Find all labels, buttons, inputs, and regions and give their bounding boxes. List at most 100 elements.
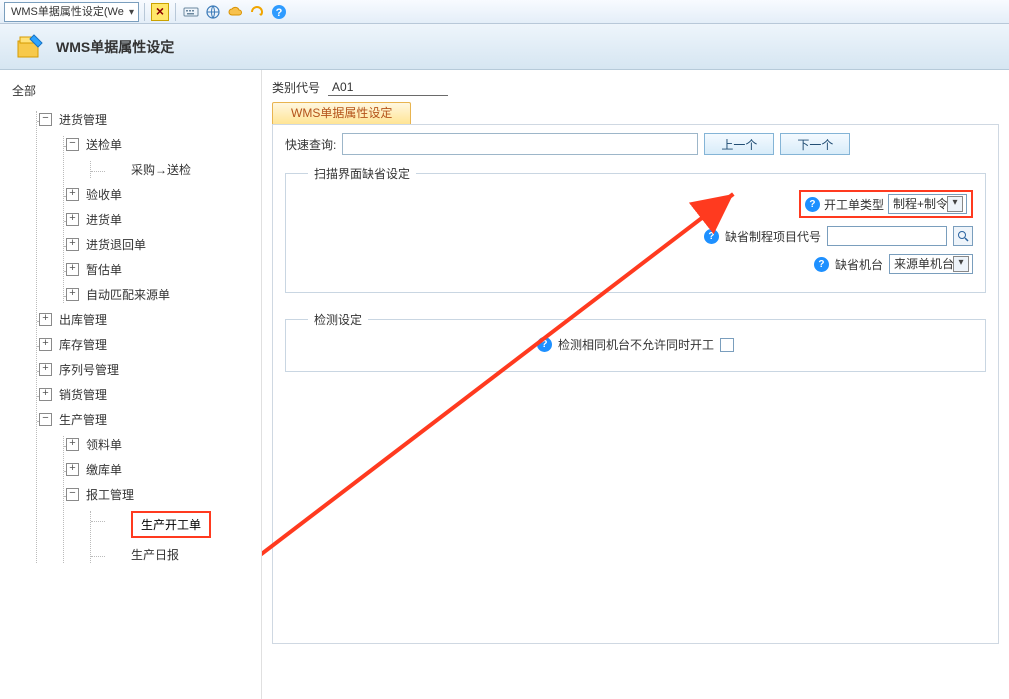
separator bbox=[175, 3, 176, 21]
tree-item-label[interactable]: 销货管理 bbox=[59, 388, 107, 402]
default-project-row: ? 缺省制程项目代号 bbox=[704, 226, 973, 246]
tree-item-label[interactable]: 进货单 bbox=[86, 213, 122, 227]
tree-item-label[interactable]: 进货退回单 bbox=[86, 238, 146, 252]
tree-branch: −进货管理 bbox=[39, 111, 261, 128]
globe-icon-button[interactable] bbox=[203, 2, 223, 22]
tree-item-label[interactable]: 生产管理 bbox=[59, 413, 107, 427]
start-type-label: 开工单类型 bbox=[824, 196, 884, 213]
detection-fieldset: 检测设定 ? 检测相同机台不允许同时开工 bbox=[285, 311, 986, 372]
scan-defaults-legend: 扫描界面缺省设定 bbox=[308, 165, 416, 182]
detection-legend: 检测设定 bbox=[308, 311, 368, 328]
tree-branch: + 验收单 bbox=[66, 186, 261, 203]
tree-children: −送检单采购→送检+验收单+进货单+进货退回单+暂估单+自动匹配来源单 bbox=[63, 136, 261, 303]
tree-branch: + 领料单 bbox=[66, 436, 261, 453]
help-icon-button[interactable]: ? bbox=[269, 2, 289, 22]
expand-toggle[interactable]: + bbox=[66, 288, 79, 301]
tab-wms-settings[interactable]: WMS单据属性设定 bbox=[272, 102, 411, 124]
quick-query-label: 快速查询: bbox=[285, 136, 336, 153]
tree-branch: −送检单 bbox=[66, 136, 261, 153]
default-machine-row: ? 缺省机台 来源单机台 bbox=[814, 254, 973, 274]
page-header-icon bbox=[14, 31, 46, 63]
expand-toggle[interactable]: + bbox=[66, 438, 79, 451]
tree-item-label[interactable]: 序列号管理 bbox=[59, 363, 119, 377]
sidebar-tree: 全部 −进货管理−送检单采购→送检+验收单+进货单+进货退回单+暂估单+自动匹配… bbox=[0, 70, 262, 699]
close-module-button[interactable]: × bbox=[150, 2, 170, 22]
tree-item-label[interactable]: 生产开工单 bbox=[131, 511, 211, 538]
tree-branch: + 出库管理 bbox=[39, 311, 261, 328]
tree-leaf: 生产日报 bbox=[93, 546, 261, 563]
help-icon: ? bbox=[271, 4, 287, 20]
default-project-label: 缺省制程项目代号 bbox=[725, 228, 821, 245]
tree-item-label[interactable]: 暂估单 bbox=[86, 263, 122, 277]
tree-leaf: 采购→送检 bbox=[93, 161, 261, 178]
tree-branch: −生产管理 bbox=[39, 411, 261, 428]
scan-defaults-fieldset: 扫描界面缺省设定 ? 开工单类型 制程+制令 ? 缺省制程项目代号 bbox=[285, 165, 986, 293]
help-icon[interactable]: ? bbox=[704, 229, 719, 244]
content-area: 全部 −进货管理−送检单采购→送检+验收单+进货单+进货退回单+暂估单+自动匹配… bbox=[0, 70, 1009, 699]
refresh-icon-button[interactable] bbox=[247, 2, 267, 22]
tree-item-label[interactable]: 验收单 bbox=[86, 188, 122, 202]
collapse-toggle[interactable]: − bbox=[39, 413, 52, 426]
cloud-icon-button[interactable] bbox=[225, 2, 245, 22]
tree-root[interactable]: 全部 bbox=[12, 78, 261, 103]
top-menubar: WMS单据属性设定(We × ? bbox=[0, 0, 1009, 24]
tree-item-label[interactable]: 出库管理 bbox=[59, 313, 107, 327]
tree-item-label[interactable]: 缴库单 bbox=[86, 463, 122, 477]
tree-branch: + 暂估单 bbox=[66, 261, 261, 278]
detection-checkbox[interactable] bbox=[720, 338, 734, 352]
tree-branch: + 进货单 bbox=[66, 211, 261, 228]
expand-toggle[interactable]: + bbox=[39, 338, 52, 351]
tree-item-label[interactable]: 进货管理 bbox=[59, 113, 107, 127]
tree-leaf: 生产开工单 bbox=[93, 511, 261, 538]
default-machine-select[interactable]: 来源单机台 bbox=[889, 254, 973, 274]
tree-children: +领料单+缴库单−报工管理生产开工单生产日报 bbox=[63, 436, 261, 563]
tree-children: 生产开工单生产日报 bbox=[90, 511, 261, 563]
tree-branch: −报工管理 bbox=[66, 486, 261, 503]
expand-toggle[interactable]: + bbox=[39, 313, 52, 326]
module-dropdown[interactable]: WMS单据属性设定(We bbox=[4, 2, 139, 22]
expand-toggle[interactable]: + bbox=[39, 388, 52, 401]
tree-item-label[interactable]: 库存管理 bbox=[59, 338, 107, 352]
quick-query-input[interactable] bbox=[342, 133, 698, 155]
page-header: WMS单据属性设定 bbox=[0, 24, 1009, 70]
prev-button[interactable]: 上一个 bbox=[704, 133, 774, 155]
collapse-toggle[interactable]: − bbox=[66, 138, 79, 151]
next-button[interactable]: 下一个 bbox=[780, 133, 850, 155]
tree-branch: + 缴库单 bbox=[66, 461, 261, 478]
help-icon[interactable]: ? bbox=[805, 197, 820, 212]
detection-checkrow: ? 检测相同机台不允许同时开工 bbox=[298, 336, 973, 353]
tree-branch: + 进货退回单 bbox=[66, 236, 261, 253]
help-icon[interactable]: ? bbox=[537, 337, 552, 352]
default-machine-label: 缺省机台 bbox=[835, 256, 883, 273]
search-icon bbox=[957, 230, 969, 242]
help-icon[interactable]: ? bbox=[814, 257, 829, 272]
expand-toggle[interactable]: + bbox=[66, 263, 79, 276]
tree-branch: + 库存管理 bbox=[39, 336, 261, 353]
collapse-toggle[interactable]: − bbox=[66, 488, 79, 501]
tree-item-label[interactable]: 报工管理 bbox=[86, 488, 134, 502]
expand-toggle[interactable]: + bbox=[66, 463, 79, 476]
tree-item-label[interactable]: 自动匹配来源单 bbox=[86, 288, 170, 302]
keyboard-icon-button[interactable] bbox=[181, 2, 201, 22]
tree-item-label[interactable]: 送检单 bbox=[86, 138, 122, 152]
expand-toggle[interactable]: + bbox=[39, 363, 52, 376]
tree-children: 采购→送检 bbox=[90, 161, 261, 178]
cloud-icon bbox=[227, 5, 243, 19]
category-value[interactable]: A01 bbox=[328, 80, 448, 96]
start-type-select[interactable]: 制程+制令 bbox=[888, 194, 967, 214]
keyboard-icon bbox=[183, 5, 199, 19]
lookup-button[interactable] bbox=[953, 226, 973, 246]
expand-toggle[interactable]: + bbox=[66, 213, 79, 226]
expand-toggle[interactable]: + bbox=[66, 188, 79, 201]
main-panel: 类别代号 A01 WMS单据属性设定 快速查询: 上一个 下一个 扫描界面缺省设… bbox=[262, 70, 1009, 699]
tabbar: WMS单据属性设定 bbox=[272, 102, 999, 124]
default-project-input[interactable] bbox=[827, 226, 947, 246]
tree-item-label[interactable]: 生产日报 bbox=[131, 548, 179, 562]
tree-branch: + 销货管理 bbox=[39, 386, 261, 403]
detection-check-label: 检测相同机台不允许同时开工 bbox=[558, 336, 714, 353]
category-row: 类别代号 A01 bbox=[272, 74, 999, 96]
tree-item-label[interactable]: 采购→送检 bbox=[131, 163, 191, 177]
expand-toggle[interactable]: + bbox=[66, 238, 79, 251]
tree-item-label[interactable]: 领料单 bbox=[86, 438, 122, 452]
collapse-toggle[interactable]: − bbox=[39, 113, 52, 126]
